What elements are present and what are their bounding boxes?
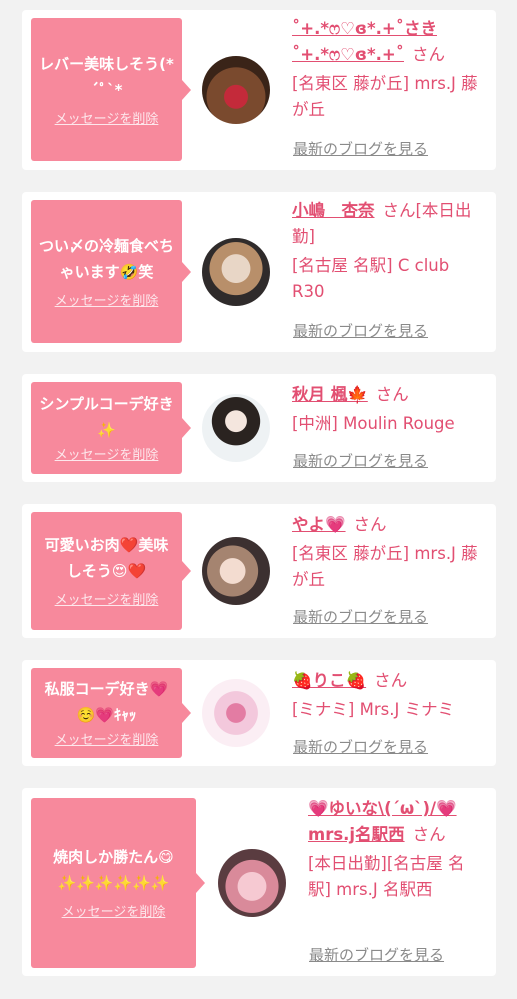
- delete-message-link[interactable]: メッセージを削除: [55, 732, 159, 750]
- message-card: つい〆の冷麺食べちゃいます🤣笑 メッセージを削除 小嶋 杏奈 さん[本日出勤] […: [22, 192, 496, 352]
- avatar[interactable]: [202, 537, 270, 605]
- delete-message-link[interactable]: メッセージを削除: [55, 447, 159, 465]
- shop-info: [本日出勤][名古屋 名駅] mrs.J 名駅西: [308, 854, 465, 899]
- sender-info: 🍓りこ🍓 さん [ミナミ] Mrs.J ミナミ: [292, 668, 486, 723]
- latest-blog-link[interactable]: 最新のブログを見る: [309, 944, 444, 965]
- shop-info: [ミナミ] Mrs.J ミナミ: [292, 700, 455, 719]
- delete-message-link[interactable]: メッセージを削除: [55, 111, 159, 129]
- latest-blog-link[interactable]: 最新のブログを見る: [293, 138, 428, 159]
- honorific: さん: [375, 385, 409, 404]
- message-card: 可愛いお肉❤️美味しそう😍❤️ メッセージを削除 やよ💗 さん [名東区 藤が丘]…: [22, 504, 496, 638]
- sender-name-link[interactable]: 小嶋 杏奈: [292, 201, 375, 220]
- message-bubble: 私服コーデ好き💗☺️💗ｷｬｯ メッセージを削除: [31, 668, 191, 758]
- sender-info: 小嶋 杏奈 さん[本日出勤] [名古屋 名駅] C club R30: [292, 198, 486, 305]
- latest-blog-link[interactable]: 最新のブログを見る: [293, 450, 428, 471]
- avatar[interactable]: [202, 238, 270, 306]
- delete-message-link[interactable]: メッセージを削除: [55, 592, 159, 610]
- avatar[interactable]: [202, 56, 270, 124]
- message-text: 焼肉しか勝たん😋✨✨✨✨✨✨: [53, 848, 174, 892]
- latest-blog-link[interactable]: 最新のブログを見る: [293, 736, 428, 757]
- message-bubble: シンプルコーデ好き✨ メッセージを削除: [31, 382, 191, 474]
- latest-blog-link[interactable]: 最新のブログを見る: [293, 606, 428, 627]
- avatar[interactable]: [202, 679, 270, 747]
- latest-blog-link[interactable]: 最新のブログを見る: [293, 320, 428, 341]
- message-bubble: つい〆の冷麺食べちゃいます🤣笑 メッセージを削除: [31, 200, 191, 343]
- shop-info: [名東区 藤が丘] mrs.J 藤が丘: [292, 544, 478, 589]
- sender-name-link[interactable]: やよ💗: [292, 515, 346, 534]
- shop-info: [名古屋 名駅] C club R30: [292, 256, 450, 301]
- honorific: さん: [412, 825, 446, 844]
- message-text: レバー美味しそう(*´ﾟ`*: [39, 54, 174, 99]
- sender-info: 💗ゆいな\(´ω`)/💗mrs.j名駅西 さん [本日出勤][名古屋 名駅] mr…: [308, 796, 486, 903]
- message-bubble: 可愛いお肉❤️美味しそう😍❤️ メッセージを削除: [31, 512, 191, 630]
- sender-name-link[interactable]: 🍓りこ🍓: [292, 671, 366, 690]
- sender-info: 秋月 楓🍁 さん [中洲] Moulin Rouge: [292, 382, 486, 437]
- message-text: 私服コーデ好き💗☺️💗ｷｬｯ: [44, 680, 169, 724]
- honorific: さん: [353, 515, 387, 534]
- delete-message-link[interactable]: メッセージを削除: [55, 293, 159, 311]
- honorific: さん: [374, 671, 408, 690]
- avatar[interactable]: [202, 394, 270, 462]
- message-text: シンプルコーデ好き✨: [39, 395, 174, 439]
- avatar[interactable]: [218, 849, 286, 917]
- message-bubble: 焼肉しか勝たん😋✨✨✨✨✨✨ メッセージを削除: [31, 798, 205, 968]
- message-card: レバー美味しそう(*´ﾟ`* メッセージを削除 ˚+.*ෆ♡ɞ*.+˚さき˚+.…: [22, 10, 496, 170]
- message-card: 焼肉しか勝たん😋✨✨✨✨✨✨ メッセージを削除 💗ゆいな\(´ω`)/💗mrs.…: [22, 788, 496, 976]
- shop-info: [名東区 藤が丘] mrs.J 藤が丘: [292, 74, 478, 119]
- shop-info: [中洲] Moulin Rouge: [292, 414, 455, 433]
- message-bubble: レバー美味しそう(*´ﾟ`* メッセージを削除: [31, 18, 191, 161]
- honorific: さん: [411, 45, 445, 64]
- sender-info: やよ💗 さん [名東区 藤が丘] mrs.J 藤が丘: [292, 512, 486, 593]
- delete-message-link[interactable]: メッセージを削除: [62, 904, 166, 922]
- sender-info: ˚+.*ෆ♡ɞ*.+˚さき˚+.*ෆ♡ɞ*.+˚ さん [名東区 藤が丘] mrs…: [292, 16, 486, 123]
- message-card: 私服コーデ好き💗☺️💗ｷｬｯ メッセージを削除 🍓りこ🍓 さん [ミナミ] Mrs…: [22, 660, 496, 766]
- message-text: つい〆の冷麺食べちゃいます🤣笑: [39, 236, 175, 281]
- message-card: シンプルコーデ好き✨ メッセージを削除 秋月 楓🍁 さん [中洲] Moulin …: [22, 374, 496, 482]
- sender-name-link[interactable]: 秋月 楓🍁: [292, 385, 368, 404]
- message-text: 可愛いお肉❤️美味しそう😍❤️: [44, 536, 169, 580]
